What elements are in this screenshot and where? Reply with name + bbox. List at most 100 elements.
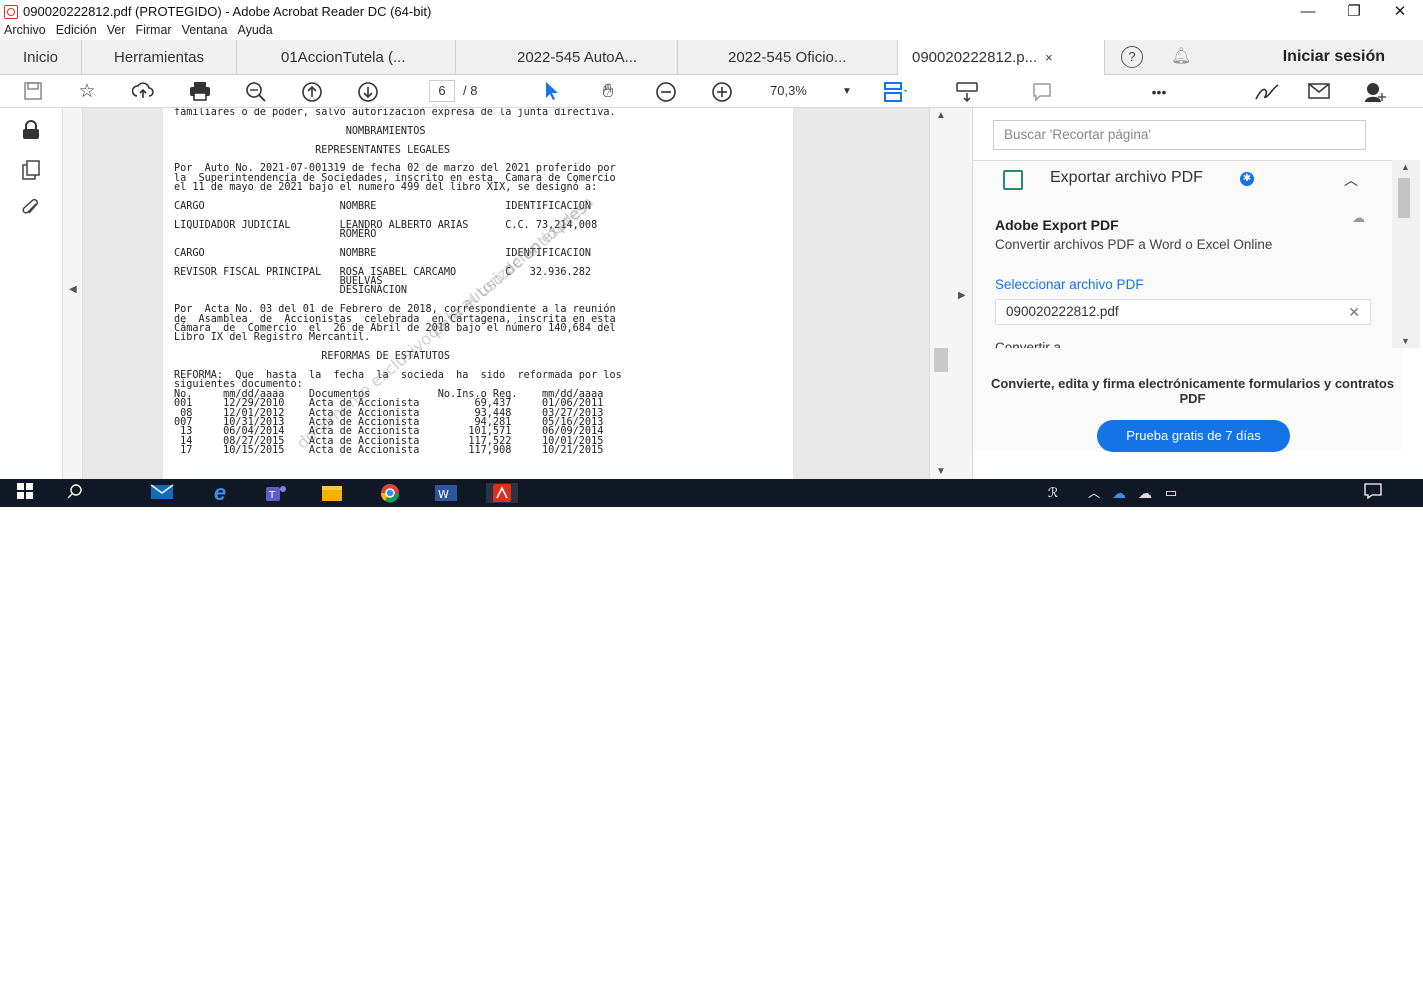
close-button[interactable]: ✕: [1377, 0, 1423, 23]
scroll-down-icon[interactable]: ▼: [936, 466, 946, 477]
tab-label: Herramientas: [113, 48, 205, 66]
search-icon[interactable]: [64, 483, 86, 503]
scroll-up-icon[interactable]: ▲: [1401, 162, 1410, 172]
tools-search-input[interactable]: Buscar 'Recortar página': [993, 120, 1366, 150]
upload-cloud-icon[interactable]: [131, 81, 155, 103]
chevron-up-icon[interactable]: ︿: [1344, 170, 1358, 190]
document-line: Libro IX del Registro Mercantil.: [174, 332, 371, 344]
clock-time: 8:17 a. m.: [1290, 960, 1342, 972]
more-tools-icon[interactable]: •••: [1145, 81, 1173, 103]
remove-file-icon[interactable]: ✕: [1348, 300, 1360, 324]
sign-icon[interactable]: [1253, 81, 1281, 103]
comment-icon[interactable]: [1030, 81, 1054, 103]
word-icon[interactable]: W: [430, 483, 462, 503]
windows-start-icon[interactable]: [14, 483, 36, 503]
zoom-dropdown-chevron-icon[interactable]: ▼: [840, 81, 854, 103]
minimize-button[interactable]: —: [1285, 0, 1331, 23]
people-icon[interactable]: ℛ: [1044, 483, 1062, 503]
svg-text:T: T: [268, 490, 276, 501]
input-language[interactable]: ESP: [1215, 965, 1238, 977]
scrollbar-thumb[interactable]: [934, 348, 948, 372]
acrobat-app-icon: [4, 4, 18, 19]
export-pdf-title[interactable]: Exportar archivo PDF: [1050, 169, 1203, 187]
document-scrollbar[interactable]: ▲ ▼: [929, 108, 951, 479]
collapse-left-panel[interactable]: ◀: [63, 108, 83, 479]
select-cursor-icon[interactable]: [540, 81, 564, 103]
help-icon[interactable]: ?: [1121, 46, 1143, 68]
tab-090020222812-pdf[interactable]: 090020222812.p... ×: [898, 39, 1105, 75]
maximize-button[interactable]: ❐: [1331, 0, 1377, 23]
zoom-level-select[interactable]: 70,3%: [770, 83, 807, 98]
attachment-icon[interactable]: [22, 198, 40, 224]
zoom-in-icon[interactable]: [710, 81, 734, 103]
notifications-icon[interactable]: [1362, 483, 1384, 503]
close-tab-icon[interactable]: ×: [1045, 50, 1053, 65]
window-controls: — ❐ ✕: [1285, 0, 1423, 23]
tab-herramientas[interactable]: Herramientas: [82, 39, 237, 75]
chrome-icon[interactable]: [376, 483, 404, 503]
document-viewer[interactable]: familiares o de poder, salvo autorizació…: [83, 108, 929, 479]
system-clock[interactable]: 8:17 a. m. 13/09/2022: [1284, 960, 1342, 986]
pdf-page-text: familiares o de poder, salvo autorizació…: [174, 108, 779, 456]
edge-browser-icon[interactable]: e: [206, 482, 234, 504]
hand-tool-icon[interactable]: ✋︎: [596, 81, 620, 103]
page-number-input[interactable]: 6: [429, 80, 455, 102]
export-pdf-icon: [1003, 170, 1023, 190]
tab-2022-545-autoa[interactable]: 2022-545 AutoA...: [456, 39, 678, 75]
save-icon[interactable]: [22, 81, 44, 103]
previous-page-icon[interactable]: [300, 81, 324, 103]
arrow-right-icon: ▶: [958, 290, 966, 301]
menu-firmar[interactable]: Firmar: [135, 23, 171, 39]
collapse-right-panel[interactable]: ▶: [951, 108, 973, 479]
pdf-page: familiares o de poder, salvo autorizació…: [163, 108, 793, 479]
add-user-icon[interactable]: [1362, 81, 1388, 103]
print-icon[interactable]: [188, 81, 212, 103]
teams-icon[interactable]: T: [262, 483, 290, 503]
menu-edicion[interactable]: Edición: [56, 23, 97, 39]
zoom-search-icon[interactable]: [244, 81, 268, 103]
zoom-out-icon[interactable]: [654, 81, 678, 103]
convert-to-label: Convertir a: [995, 340, 1062, 348]
document-line: NOMBRAMIENTOS: [174, 125, 426, 137]
bell-icon[interactable]: 🔔︎: [1171, 49, 1191, 65]
acrobat-reader-taskbar-icon[interactable]: [486, 483, 518, 503]
email-icon[interactable]: [1306, 81, 1332, 103]
scroll-up-icon[interactable]: ▲: [936, 110, 946, 121]
menu-ventana[interactable]: Ventana: [182, 23, 228, 39]
scroll-down-icon[interactable]: ▼: [1401, 336, 1410, 346]
toolbar: ☆ ✋︎ ▼ •••: [0, 75, 1423, 108]
document-line: DESIGNACION: [174, 285, 408, 297]
mail-app-icon[interactable]: [148, 483, 176, 503]
tools-pane-scrollbar[interactable]: ▲ ▼: [1392, 160, 1420, 348]
bookmark-star-icon[interactable]: ☆: [76, 81, 98, 103]
menu-archivo[interactable]: Archivo: [4, 23, 46, 39]
page-layout-icon[interactable]: [882, 81, 910, 103]
chevron-up-tray-icon[interactable]: ︿: [1086, 483, 1102, 503]
window-title: 090020222812.pdf (PROTEGIDO) - Adobe Acr…: [23, 4, 432, 19]
menu-ayuda[interactable]: Ayuda: [237, 23, 272, 39]
scrollbar-thumb[interactable]: [1398, 178, 1410, 218]
document-line: familiares o de poder, salvo autorizació…: [174, 108, 616, 118]
menu-ver[interactable]: Ver: [107, 23, 126, 39]
menu-bar: Archivo Edición Ver Firmar Ventana Ayuda: [0, 23, 273, 39]
free-trial-button[interactable]: Prueba gratis de 7 días: [1097, 420, 1290, 452]
left-rail: [0, 108, 63, 479]
lock-icon[interactable]: [22, 120, 40, 146]
network-icon[interactable]: ☁︎: [1134, 483, 1156, 503]
next-page-icon[interactable]: [356, 81, 380, 103]
display-icon[interactable]: ▭: [1160, 483, 1182, 503]
sign-in-button[interactable]: Iniciar sesión: [1283, 48, 1385, 66]
tab-inicio[interactable]: Inicio: [0, 39, 82, 75]
tab-2022-545-oficio[interactable]: 2022-545 Oficio...: [678, 39, 898, 75]
promo-text: Convierte, edita y firma electrónicament…: [990, 376, 1395, 406]
tab-01acciontutela[interactable]: 01AccionTutela (...: [237, 39, 456, 75]
tab-label: 090020222812.p...: [912, 48, 1038, 66]
file-explorer-icon[interactable]: [318, 483, 346, 503]
svg-text:W: W: [438, 488, 449, 501]
onedrive-cloud-icon[interactable]: ☁︎: [1108, 483, 1130, 503]
document-line: el 11 de mayo de 2021 bajo el numero 499…: [174, 182, 598, 194]
select-pdf-file-link[interactable]: Seleccionar archivo PDF: [995, 277, 1144, 292]
selected-file-field[interactable]: 090020222812.pdf ✕: [995, 299, 1371, 325]
page-thumbnails-icon[interactable]: [22, 160, 40, 186]
read-mode-icon[interactable]: [954, 81, 980, 103]
